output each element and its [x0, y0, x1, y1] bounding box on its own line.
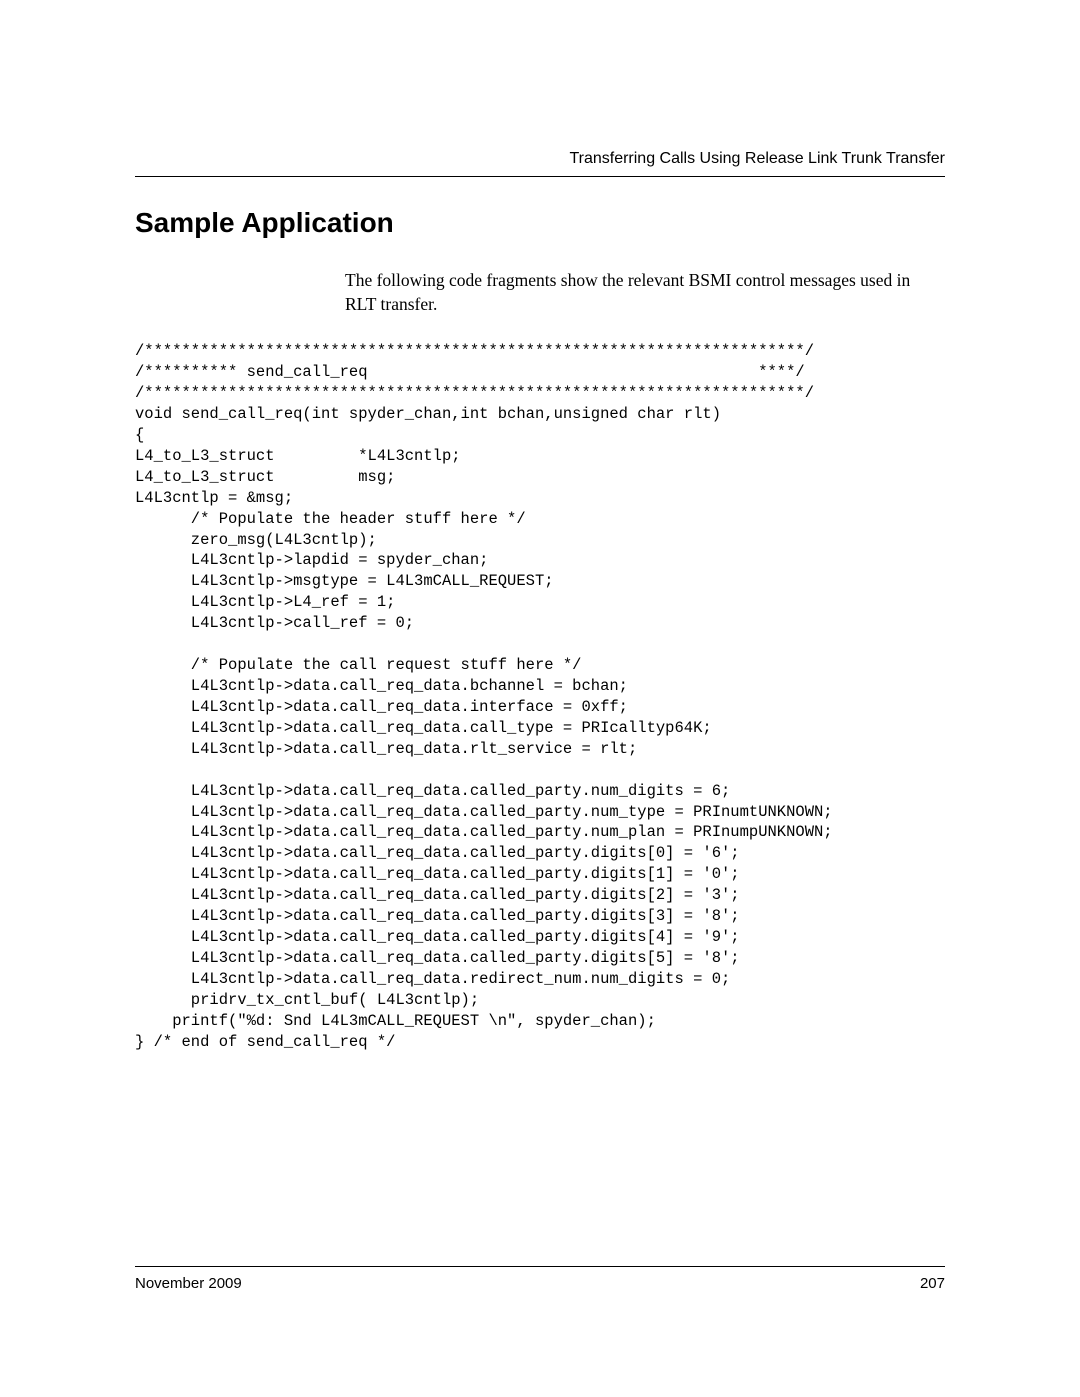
section-title: Sample Application — [135, 207, 945, 239]
footer-date: November 2009 — [135, 1275, 242, 1292]
footer-row: November 2009 207 — [135, 1275, 945, 1292]
page-footer: November 2009 207 — [135, 1266, 945, 1292]
code-listing: /***************************************… — [135, 341, 945, 1052]
page: Transferring Calls Using Release Link Tr… — [0, 0, 1080, 1397]
intro-paragraph: The following code fragments show the re… — [135, 269, 945, 316]
footer-rule — [135, 1266, 945, 1267]
running-header: Transferring Calls Using Release Link Tr… — [135, 150, 945, 168]
footer-page-number: 207 — [920, 1275, 945, 1292]
header-rule — [135, 176, 945, 177]
